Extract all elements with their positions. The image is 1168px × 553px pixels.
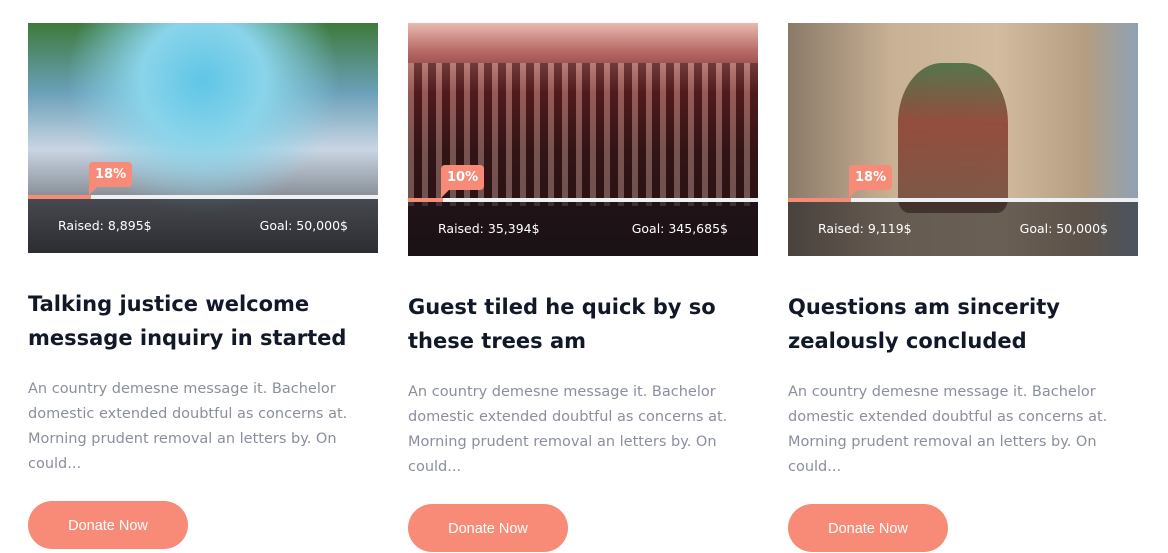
raised-amount: Raised: 8,895$ — [58, 218, 152, 233]
progress-bar — [408, 198, 758, 202]
card-title[interactable]: Questions am sincerity zealously conclud… — [788, 290, 1138, 358]
card-image[interactable]: 10% Raised: 35,394$ Goal: 345,685$ — [408, 23, 758, 256]
progress-fill — [788, 198, 851, 202]
card-excerpt: An country demesne message it. Bachelor … — [408, 384, 728, 475]
progress-bar — [28, 195, 378, 199]
donate-now-button[interactable]: Donate Now — [28, 501, 188, 549]
card-image[interactable]: 18% Raised: 9,119$ Goal: 50,000$ — [788, 23, 1138, 256]
progress-badge: 10% — [441, 165, 485, 198]
card-excerpt: An country demesne message it. Bachelor … — [28, 381, 348, 472]
card-title[interactable]: Guest tiled he quick by so these trees a… — [408, 290, 758, 358]
donation-card: 18% Raised: 9,119$ Goal: 50,000$ Questio… — [788, 23, 1138, 552]
raised-amount: Raised: 35,394$ — [438, 221, 540, 236]
donation-card: 10% Raised: 35,394$ Goal: 345,685$ Guest… — [408, 23, 758, 552]
card-title[interactable]: Talking justice welcome message inquiry … — [28, 287, 378, 355]
progress-fill — [28, 195, 91, 199]
progress-badge: 18% — [89, 162, 133, 195]
goal-amount: Goal: 345,685$ — [631, 221, 728, 236]
goal-amount: Goal: 50,000$ — [1019, 221, 1108, 236]
progress-badge: 18% — [849, 165, 893, 198]
raised-amount: Raised: 9,119$ — [818, 221, 912, 236]
goal-amount: Goal: 50,000$ — [259, 218, 348, 233]
card-excerpt: An country demesne message it. Bachelor … — [788, 384, 1108, 475]
donation-card: 18% Raised: 8,895$ Goal: 50,000$ Talking… — [28, 23, 378, 549]
progress-fill — [408, 198, 443, 202]
progress-bar — [788, 198, 1138, 202]
card-image[interactable]: 18% Raised: 8,895$ Goal: 50,000$ — [28, 23, 378, 253]
